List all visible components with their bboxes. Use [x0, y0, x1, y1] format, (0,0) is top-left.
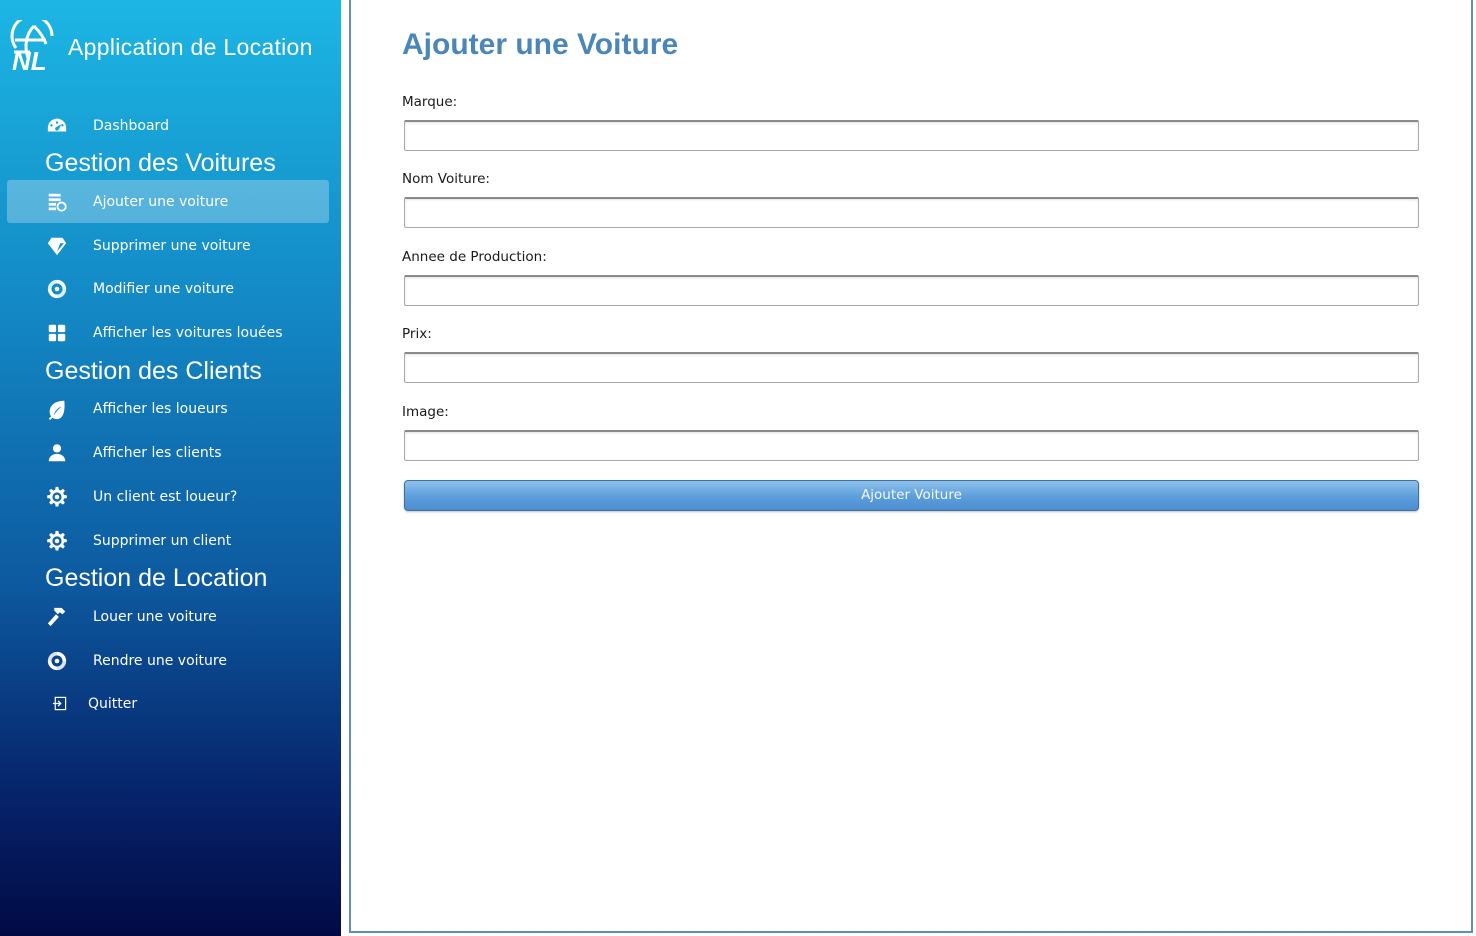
nom-voiture-label: Nom Voiture: — [402, 171, 490, 187]
panel-gap — [341, 0, 349, 936]
svg-text:NL: NL — [12, 46, 47, 76]
gem-icon — [45, 234, 69, 258]
speedometer-icon — [45, 114, 69, 138]
exit-icon — [47, 692, 71, 716]
app-title: Application de Location — [68, 34, 313, 60]
nav-rendre-voiture[interactable]: Rendre une voiture — [7, 639, 329, 682]
nav-supprimer-voiture[interactable]: Supprimer une voiture — [7, 224, 329, 267]
gear-icon — [45, 485, 69, 509]
nav-client-loueur[interactable]: Un client est loueur? — [7, 475, 329, 518]
leaf-icon — [45, 397, 69, 421]
app-logo: NL — [6, 20, 62, 76]
nav-louer-voiture-label: Louer une voiture — [93, 608, 217, 625]
nav-supprimer-client[interactable]: Supprimer un client — [7, 519, 329, 562]
image-label: Image: — [402, 404, 449, 420]
main-panel: Ajouter une Voiture Marque: Nom Voiture:… — [349, 0, 1473, 933]
nav-afficher-clients[interactable]: Afficher les clients — [7, 431, 329, 474]
nav-quitter[interactable]: Quitter — [7, 682, 329, 725]
section-title-voitures: Gestion des Voitures — [45, 149, 276, 177]
swirl-icon — [45, 277, 69, 301]
nav-dashboard-label: Dashboard — [93, 117, 169, 134]
nav-dashboard[interactable]: Dashboard — [7, 104, 329, 147]
grid-icon — [45, 321, 69, 345]
nav-supprimer-client-label: Supprimer un client — [93, 532, 232, 549]
nav-quitter-label: Quitter — [88, 695, 138, 712]
nav-rendre-voiture-label: Rendre une voiture — [93, 652, 227, 669]
section-title-location: Gestion de Location — [45, 564, 268, 592]
nav-modifier-voiture-label: Modifier une voiture — [93, 280, 235, 297]
nav-ajouter-voiture[interactable]: Ajouter une voiture — [7, 180, 329, 223]
nav-afficher-loueurs-label: Afficher les loueurs — [93, 400, 228, 417]
annee-production-input[interactable] — [404, 275, 1419, 306]
swirl-icon — [45, 649, 69, 673]
nav-voitures-louees-label: Afficher les voitures louées — [93, 324, 283, 341]
nav-supprimer-voiture-label: Supprimer une voiture — [93, 237, 251, 254]
prix-input[interactable] — [404, 352, 1419, 383]
hammer-icon — [45, 605, 69, 629]
user-icon — [45, 441, 69, 465]
section-title-clients: Gestion des Clients — [45, 357, 262, 385]
nom-voiture-input[interactable] — [404, 197, 1419, 228]
marque-label: Marque: — [402, 94, 458, 110]
sidebar: NL Application de Location Dashboard Ges… — [0, 0, 341, 936]
list-add-icon — [45, 190, 69, 214]
nav-modifier-voiture[interactable]: Modifier une voiture — [7, 267, 329, 310]
annee-production-label: Annee de Production: — [402, 249, 547, 265]
nav-voitures-louees[interactable]: Afficher les voitures louées — [7, 311, 329, 354]
gear-icon — [45, 529, 69, 553]
nav-afficher-clients-label: Afficher les clients — [93, 444, 222, 461]
nav-client-loueur-label: Un client est loueur? — [93, 488, 238, 505]
ajouter-voiture-button[interactable]: Ajouter Voiture — [404, 480, 1419, 511]
nav-ajouter-voiture-label: Ajouter une voiture — [93, 193, 229, 210]
image-input[interactable] — [404, 430, 1419, 461]
nav-louer-voiture[interactable]: Louer une voiture — [7, 595, 329, 638]
marque-input[interactable] — [404, 120, 1419, 151]
page-title: Ajouter une Voiture — [402, 28, 679, 61]
globe-logo-icon: NL — [10, 20, 54, 76]
nav-afficher-loueurs[interactable]: Afficher les loueurs — [7, 387, 329, 430]
prix-label: Prix: — [402, 326, 432, 342]
